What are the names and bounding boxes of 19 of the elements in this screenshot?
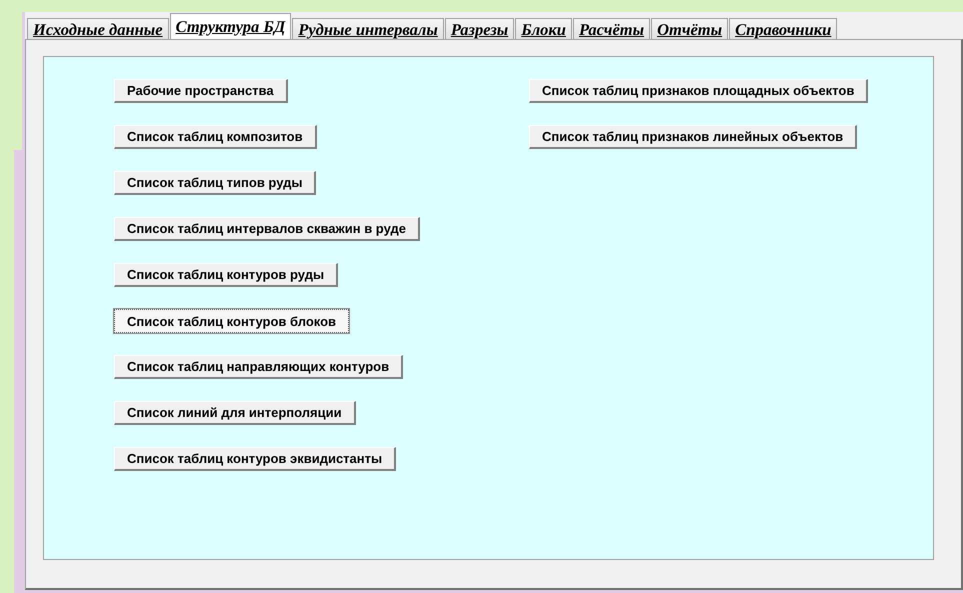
tab[interactable]: Рудные интервалы [292,18,444,39]
list-button[interactable]: Список таблиц контуров блоков [114,309,350,333]
list-button[interactable]: Список таблиц признаков площадных объектов [529,79,868,103]
tab[interactable]: Отчёты [651,18,728,39]
tab[interactable]: Структура БД [170,13,292,39]
tab[interactable]: Справочники [729,18,838,39]
list-button[interactable]: Рабочие пространства [114,79,288,103]
list-button[interactable]: Список линий для интерполяции [114,401,356,425]
tab[interactable]: Разрезы [444,18,514,39]
list-button[interactable]: Список таблиц композитов [114,125,317,149]
list-button[interactable]: Список таблиц контуров руды [114,263,338,287]
list-button[interactable]: Список таблиц типов руды [114,171,316,195]
list-button[interactable]: Список таблиц контуров эквидистанты [114,447,396,471]
list-button[interactable]: Список таблиц интервалов скважин в руде [114,217,420,241]
list-button[interactable]: Список таблиц признаков линейных объектов [529,125,858,149]
tab[interactable]: Исходные данные [27,18,169,39]
tab[interactable]: Расчёты [572,18,650,39]
tab[interactable]: Блоки [515,18,572,39]
list-button[interactable]: Список таблиц направляющих контуров [114,355,404,379]
